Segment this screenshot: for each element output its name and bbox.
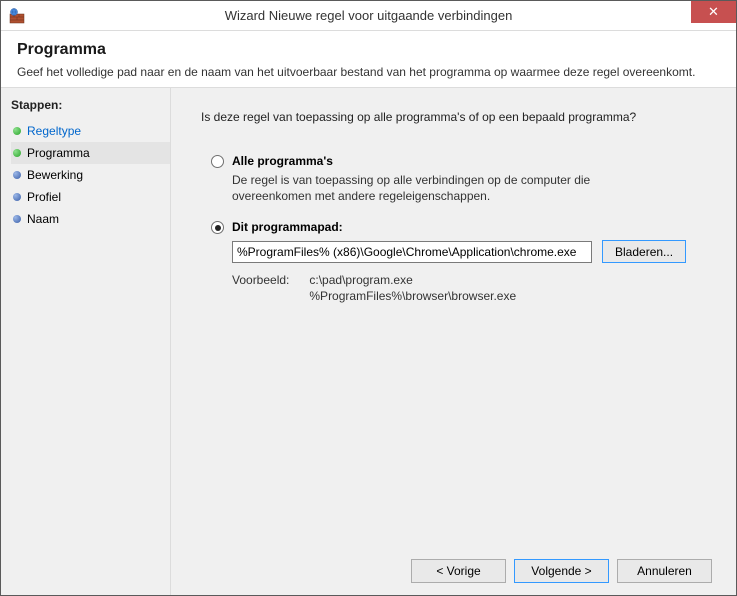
back-button[interactable]: < Vorige [411,559,506,583]
step-bullet-icon [13,171,21,179]
browse-button[interactable]: Bladeren... [602,240,686,263]
option-all-programs[interactable]: Alle programma's [211,154,712,168]
page-description: Geef het volledige pad naar en de naam v… [17,65,720,79]
step-naam[interactable]: Naam [11,208,170,230]
titlebar: Wizard Nieuwe regel voor uitgaande verbi… [1,1,736,31]
wizard-footer: < Vorige Volgende > Annuleren [201,549,712,583]
step-bullet-icon [13,149,21,157]
step-regeltype[interactable]: Regeltype [11,120,170,142]
steps-title: Stappen: [11,98,170,112]
radio-unchecked-icon[interactable] [211,155,224,168]
step-label: Bewerking [27,168,83,182]
next-button[interactable]: Volgende > [514,559,609,583]
step-label: Profiel [27,190,61,204]
step-programma[interactable]: Programma [11,142,170,164]
option-all-desc: De regel is van toepassing op alle verbi… [232,172,652,204]
example-paths: c:\pad\program.exe %ProgramFiles%\browse… [309,273,516,304]
close-icon: ✕ [708,4,719,20]
step-label: Programma [27,146,90,160]
wizard-content: Is deze regel van toepassing op alle pro… [171,88,736,595]
step-bewerking[interactable]: Bewerking [11,164,170,186]
step-bullet-icon [13,127,21,135]
steps-sidebar: Stappen: Regeltype Programma Bewerking P… [1,88,171,595]
option-path-label: Dit programmapad: [232,220,343,234]
example-label: Voorbeeld: [232,273,289,304]
program-path-input[interactable] [232,241,592,263]
option-all-label: Alle programma's [232,154,333,168]
step-label: Naam [27,212,59,226]
content-question: Is deze regel van toepassing op alle pro… [201,110,712,124]
close-button[interactable]: ✕ [691,1,736,23]
wizard-body: Stappen: Regeltype Programma Bewerking P… [1,88,736,595]
step-label: Regeltype [27,124,81,138]
radio-checked-icon[interactable] [211,221,224,234]
step-bullet-icon [13,193,21,201]
wizard-window: Wizard Nieuwe regel voor uitgaande verbi… [0,0,737,596]
cancel-button[interactable]: Annuleren [617,559,712,583]
program-path-row: Bladeren... [232,240,712,263]
option-program-path[interactable]: Dit programmapad: [211,220,712,234]
example-row: Voorbeeld: c:\pad\program.exe %ProgramFi… [232,273,712,304]
page-title: Programma [17,41,720,59]
window-title: Wizard Nieuwe regel voor uitgaande verbi… [1,8,736,23]
step-bullet-icon [13,215,21,223]
wizard-header: Programma Geef het volledige pad naar en… [1,31,736,88]
step-profiel[interactable]: Profiel [11,186,170,208]
